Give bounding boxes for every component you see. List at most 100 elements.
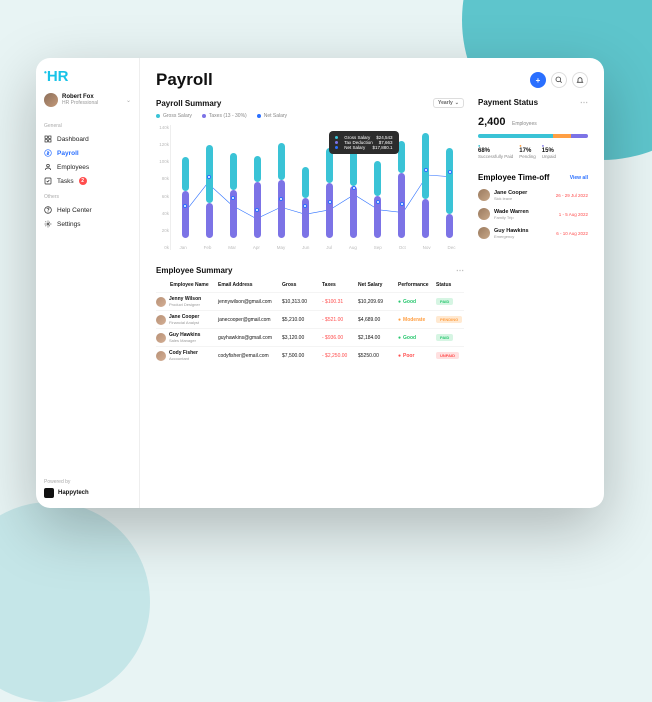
timeoff-name: Guy Hawkins bbox=[494, 228, 529, 234]
avatar bbox=[156, 315, 166, 325]
chart-point bbox=[303, 204, 307, 208]
table-row[interactable]: Jenny WilsonProduct Designer jennywilson… bbox=[156, 292, 464, 310]
column-header: Employee Name bbox=[156, 282, 216, 288]
payment-status-title: Payment Status bbox=[478, 98, 538, 107]
nav-label: Payroll bbox=[57, 150, 79, 157]
timeoff-date: 26 - 29 Jul 2022 bbox=[556, 193, 588, 198]
nav-label: Settings bbox=[57, 221, 81, 228]
chart-bar[interactable] bbox=[230, 153, 237, 238]
chart-bar[interactable] bbox=[254, 156, 261, 238]
timeoff-title: Employee Time-off bbox=[478, 173, 549, 182]
avatar bbox=[156, 297, 166, 307]
nav-label: Tasks bbox=[57, 178, 74, 185]
employee-count-label: Employees bbox=[512, 121, 537, 127]
user-profile[interactable]: Robert Fox HR Professional ⌄ bbox=[44, 93, 131, 107]
employee-summary-title: Employee Summary bbox=[156, 266, 232, 275]
more-menu[interactable]: ⋯ bbox=[456, 266, 464, 275]
sidebar-item-help[interactable]: Help Center bbox=[44, 203, 131, 217]
avatar bbox=[478, 208, 490, 220]
chart-bar[interactable] bbox=[398, 141, 405, 238]
cell-taxes: - $100.31 bbox=[322, 299, 356, 305]
payroll-chart: 140k120k100k80k60k40k20k0k bbox=[170, 125, 464, 250]
chart-point bbox=[400, 202, 404, 206]
avatar bbox=[44, 93, 58, 107]
cell-performance: Good bbox=[398, 335, 434, 341]
legend-gross: Gross Salary bbox=[156, 113, 192, 119]
avatar bbox=[156, 351, 166, 361]
avatar bbox=[478, 227, 490, 239]
chevron-down-icon: ⌄ bbox=[455, 100, 459, 106]
chart-point bbox=[424, 168, 428, 172]
cell-net: $4,689.00 bbox=[358, 317, 396, 323]
cell-gross: $3,120.00 bbox=[282, 335, 320, 341]
sidebar-item-tasks[interactable]: Tasks 2 bbox=[44, 174, 131, 188]
cell-gross: $7,500.00 bbox=[282, 353, 320, 359]
timeoff-row[interactable]: Wade WarrenFamily Trip 1 - 5 Aug 2022 bbox=[478, 208, 588, 220]
chart-bar[interactable] bbox=[326, 148, 333, 238]
chart-bar[interactable] bbox=[374, 161, 381, 238]
search-icon bbox=[555, 76, 563, 84]
chart-bar[interactable] bbox=[206, 145, 213, 238]
nav-section-label: Others bbox=[44, 194, 131, 200]
summary-title: Payroll Summary bbox=[156, 99, 221, 108]
column-header: Gross bbox=[282, 282, 320, 288]
nav-section-label: General bbox=[44, 123, 131, 129]
sidebar-item-settings[interactable]: Settings bbox=[44, 217, 131, 231]
status-badge: PAID bbox=[436, 298, 453, 305]
avatar bbox=[156, 333, 166, 343]
sidebar-item-payroll[interactable]: Payroll bbox=[44, 146, 131, 160]
grid-icon bbox=[44, 135, 52, 143]
search-button[interactable] bbox=[551, 72, 567, 88]
check-icon bbox=[44, 177, 52, 185]
chart-bar[interactable] bbox=[278, 143, 285, 238]
add-button[interactable]: + bbox=[530, 72, 546, 88]
payment-status-bar bbox=[478, 134, 588, 138]
timeoff-reason: Family Trip bbox=[494, 215, 529, 220]
table-row[interactable]: Guy HawkinsSales Manager guyhawkins@gmai… bbox=[156, 328, 464, 346]
user-icon bbox=[44, 163, 52, 171]
app-window: HR Robert Fox HR Professional ⌄ General … bbox=[36, 58, 604, 508]
powered-by-label: Powered by bbox=[44, 479, 131, 485]
timeoff-row[interactable]: Jane CooperSick leave 26 - 29 Jul 2022 bbox=[478, 189, 588, 201]
sidebar-item-employees[interactable]: Employees bbox=[44, 160, 131, 174]
chart-point bbox=[352, 186, 356, 190]
timeoff-reason: Emergency bbox=[494, 234, 529, 239]
timeoff-row[interactable]: Guy HawkinsEmergency 6 - 10 Aug 2022 bbox=[478, 227, 588, 239]
cell-net: $5250.00 bbox=[358, 353, 396, 359]
vendor-name: Happytech bbox=[58, 490, 89, 496]
status-badge: UNPAID bbox=[436, 352, 459, 359]
nav-label: Dashboard bbox=[57, 136, 89, 143]
nav-label: Help Center bbox=[57, 207, 92, 214]
chart-bar[interactable] bbox=[182, 157, 189, 238]
more-menu[interactable]: ⋯ bbox=[580, 98, 588, 107]
status-badge: PAID bbox=[436, 334, 453, 341]
chart-point bbox=[448, 170, 452, 174]
sidebar: HR Robert Fox HR Professional ⌄ General … bbox=[36, 58, 140, 508]
cell-email: guyhawkins@gmail.com bbox=[218, 335, 280, 341]
chart-bar[interactable] bbox=[446, 148, 453, 238]
status-segment bbox=[553, 134, 572, 138]
table-row[interactable]: Jane CooperFinancial Analyst janecooper@… bbox=[156, 310, 464, 328]
dollar-icon bbox=[44, 149, 52, 157]
cell-performance: Good bbox=[398, 299, 434, 305]
column-header: Net Salary bbox=[358, 282, 396, 288]
cell-email: jennywilson@gmail.com bbox=[218, 299, 280, 305]
gear-icon bbox=[44, 220, 52, 228]
app-logo: HR bbox=[44, 68, 131, 85]
notification-button[interactable] bbox=[572, 72, 588, 88]
cell-gross: $10,313.00 bbox=[282, 299, 320, 305]
table-row[interactable]: Cody FisherAccountant codyfisher@email.c… bbox=[156, 346, 464, 364]
chart-bar[interactable] bbox=[302, 167, 309, 238]
sidebar-item-dashboard[interactable]: Dashboard bbox=[44, 132, 131, 146]
legend-net: Net Salary bbox=[257, 113, 287, 119]
view-all-link[interactable]: View all bbox=[570, 175, 588, 181]
chart-point bbox=[376, 200, 380, 204]
column-header: Taxes bbox=[322, 282, 356, 288]
page-title: Payroll bbox=[156, 70, 213, 90]
chart-bar[interactable] bbox=[422, 133, 429, 238]
vendor-logo bbox=[44, 488, 54, 498]
nav-badge: 2 bbox=[79, 177, 87, 185]
period-selector[interactable]: Yearly⌄ bbox=[433, 98, 464, 108]
cell-net: $2,184.00 bbox=[358, 335, 396, 341]
chart-point bbox=[255, 208, 259, 212]
